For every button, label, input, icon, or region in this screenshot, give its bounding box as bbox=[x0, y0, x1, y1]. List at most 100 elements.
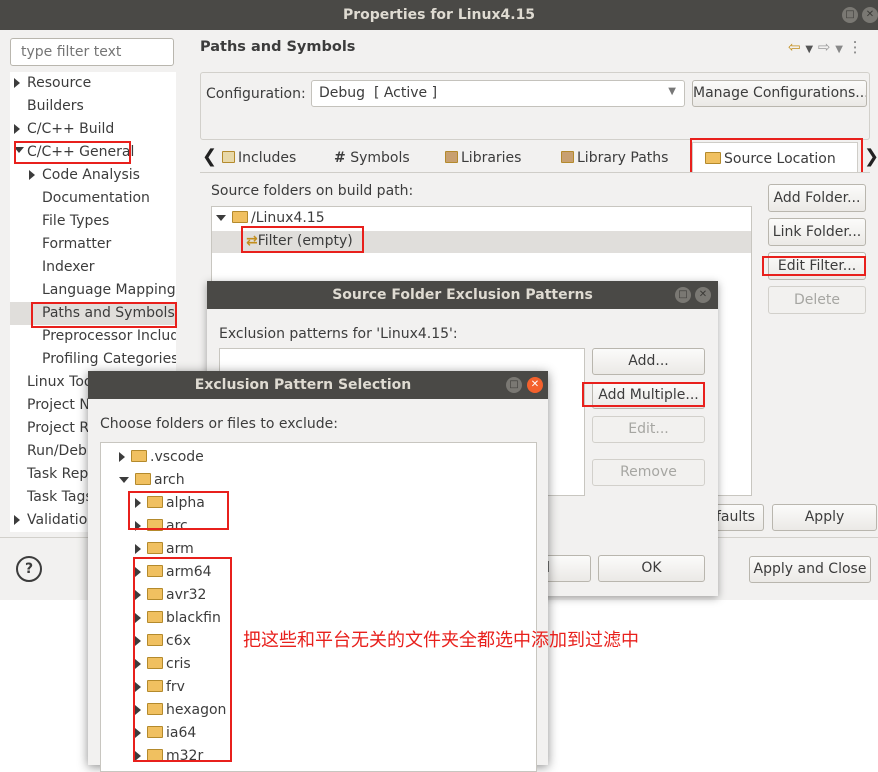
close-icon[interactable]: ✕ bbox=[862, 7, 878, 23]
collapsed-icon[interactable] bbox=[14, 124, 20, 134]
collapsed-icon[interactable] bbox=[14, 515, 20, 525]
edit-filter-button[interactable]: Edit Filter... bbox=[768, 252, 866, 280]
collapsed-icon[interactable] bbox=[135, 682, 141, 692]
folder-tree-item[interactable]: arm bbox=[135, 538, 194, 560]
main-titlebar: Properties for Linux4.15 □ ✕ bbox=[0, 0, 878, 30]
nav-item[interactable]: Paths and Symbols bbox=[10, 302, 176, 325]
restore-icon[interactable]: □ bbox=[506, 377, 522, 393]
help-icon[interactable]: ? bbox=[16, 556, 42, 582]
folder-tree-item[interactable]: blackfin bbox=[135, 607, 221, 629]
collapsed-icon[interactable] bbox=[135, 751, 141, 761]
folder-tree-item[interactable]: .vscode bbox=[119, 446, 204, 468]
tab-includes[interactable]: Includes bbox=[222, 150, 296, 166]
nav-item[interactable]: Builders bbox=[10, 95, 176, 118]
folder-label: arm64 bbox=[166, 564, 212, 580]
collapsed-icon[interactable] bbox=[135, 613, 141, 623]
filter-item[interactable]: ⇄Filter (empty) bbox=[246, 233, 353, 249]
apply-and-close-button[interactable]: Apply and Close bbox=[749, 556, 871, 583]
collapsed-icon[interactable] bbox=[135, 544, 141, 554]
collapsed-icon[interactable] bbox=[135, 636, 141, 646]
folder-icon bbox=[147, 726, 163, 738]
folder-tree-item[interactable]: frv bbox=[135, 676, 185, 698]
folder-icon bbox=[147, 588, 163, 600]
nav-item[interactable]: Formatter bbox=[10, 233, 176, 256]
collapsed-icon[interactable] bbox=[135, 567, 141, 577]
nav-item[interactable]: Preprocessor Includ bbox=[10, 325, 176, 348]
close-icon[interactable]: ✕ bbox=[527, 377, 543, 393]
tab-libraries[interactable]: Libraries bbox=[445, 150, 521, 166]
folder-tree-item[interactable]: arch bbox=[119, 469, 185, 491]
nav-item[interactable]: C/C++ Build bbox=[10, 118, 176, 141]
source-root-item[interactable]: /Linux4.15 bbox=[216, 210, 325, 226]
nav-item[interactable]: Indexer bbox=[10, 256, 176, 279]
nav-item[interactable]: Language Mappings bbox=[10, 279, 176, 302]
tab-symbols[interactable]: # Symbols bbox=[334, 150, 410, 166]
tab-scroll-right[interactable]: ❯ bbox=[864, 146, 878, 167]
add-multiple-button[interactable]: Add Multiple... bbox=[592, 382, 705, 409]
nav-item-label: Builders bbox=[27, 98, 84, 114]
folder-icon bbox=[147, 657, 163, 669]
filter-input[interactable] bbox=[10, 38, 174, 66]
collapsed-icon[interactable] bbox=[135, 728, 141, 738]
folder-tree-item[interactable]: hexagon bbox=[135, 699, 226, 721]
link-folder-button[interactable]: Link Folder... bbox=[768, 218, 866, 246]
folder-icon bbox=[147, 634, 163, 646]
expanded-icon[interactable] bbox=[14, 147, 24, 153]
folder-tree-item[interactable]: cris bbox=[135, 653, 191, 675]
collapsed-icon[interactable] bbox=[14, 78, 20, 88]
selection-dialog-titlebar: Exclusion Pattern Selection □ ✕ bbox=[88, 371, 548, 399]
manage-configurations-button[interactable]: Manage Configurations... bbox=[692, 80, 867, 107]
close-icon[interactable]: ✕ bbox=[695, 287, 711, 303]
nav-item[interactable]: Resource bbox=[10, 72, 176, 95]
restore-icon[interactable]: □ bbox=[842, 7, 858, 23]
folder-tree-item[interactable]: c6x bbox=[135, 630, 191, 652]
nav-item[interactable]: Profiling Categories bbox=[10, 348, 176, 371]
nav-item[interactable]: C/C++ General bbox=[10, 141, 176, 164]
folder-tree-item[interactable]: arm64 bbox=[135, 561, 212, 583]
folder-tree-item[interactable]: m32r bbox=[135, 745, 203, 767]
collapsed-icon[interactable] bbox=[119, 452, 125, 462]
folder-icon bbox=[147, 565, 163, 577]
folder-selection-tree[interactable]: .vscode arch alpha arc arm arm64 avr32 blackfin… bbox=[100, 442, 537, 772]
add-pattern-button[interactable]: Add... bbox=[592, 348, 705, 375]
nav-item-label: Project R bbox=[27, 420, 90, 436]
folder-tree-item[interactable]: ia64 bbox=[135, 722, 196, 744]
add-folder-button[interactable]: Add Folder... bbox=[768, 184, 866, 212]
nav-history-icons[interactable]: ⇦ ▼ ⇨ ▼ ⋮ bbox=[788, 38, 863, 56]
apply-button[interactable]: Apply bbox=[772, 504, 877, 531]
expanded-icon[interactable] bbox=[119, 477, 129, 483]
folder-label: arm bbox=[166, 541, 194, 557]
folder-tree-item[interactable]: avr32 bbox=[135, 584, 206, 606]
tab-library-paths[interactable]: Library Paths bbox=[561, 150, 668, 166]
folder-label: avr32 bbox=[166, 587, 207, 603]
restore-icon[interactable]: □ bbox=[675, 287, 691, 303]
nav-item[interactable]: Code Analysis bbox=[10, 164, 176, 187]
remove-pattern-button[interactable]: Remove bbox=[592, 459, 705, 486]
source-folders-label: Source folders on build path: bbox=[211, 183, 414, 199]
folder-tree-item[interactable]: arc bbox=[135, 515, 188, 537]
nav-item[interactable]: Documentation bbox=[10, 187, 176, 210]
exclusion-dialog-title: Source Folder Exclusion Patterns bbox=[332, 287, 593, 303]
main-window-title: Properties for Linux4.15 bbox=[342, 7, 536, 23]
ok-button[interactable]: OK bbox=[598, 555, 705, 582]
tab-scroll-left[interactable]: ❮ bbox=[202, 146, 217, 167]
nav-item-label: Code Analysis bbox=[42, 167, 140, 183]
collapsed-icon[interactable] bbox=[29, 170, 35, 180]
collapsed-icon[interactable] bbox=[135, 498, 141, 508]
folder-icon bbox=[147, 703, 163, 715]
folder-tree-item[interactable]: alpha bbox=[135, 492, 205, 514]
nav-item-label: Run/Debu bbox=[27, 443, 96, 459]
tab-source-location[interactable]: Source Location bbox=[692, 142, 858, 172]
folder-label: m32r bbox=[166, 748, 204, 764]
nav-item[interactable]: File Types bbox=[10, 210, 176, 233]
collapsed-icon[interactable] bbox=[135, 659, 141, 669]
edit-pattern-button[interactable]: Edit... bbox=[592, 416, 705, 443]
delete-button[interactable]: Delete bbox=[768, 286, 866, 314]
configuration-select[interactable]: Debug [ Active ] ▼ bbox=[311, 80, 685, 107]
collapsed-icon[interactable] bbox=[135, 590, 141, 600]
collapsed-icon[interactable] bbox=[135, 521, 141, 531]
expand-icon bbox=[216, 215, 226, 221]
collapsed-icon[interactable] bbox=[135, 705, 141, 715]
nav-item-label: Resource bbox=[27, 75, 92, 91]
folder-label: arc bbox=[166, 518, 188, 534]
